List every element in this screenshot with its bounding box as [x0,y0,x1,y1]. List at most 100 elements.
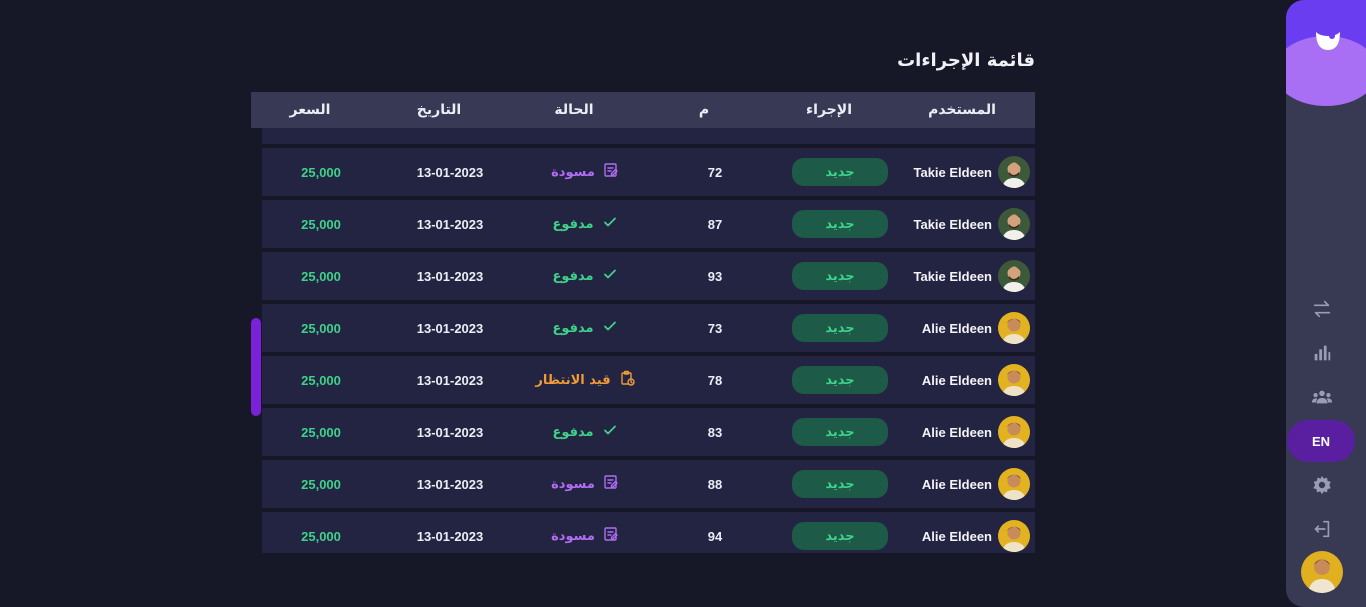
status-text: مدفوع [552,424,594,440]
user-avatar [998,520,1030,552]
action-cell: جديد [780,148,900,196]
user-cell: Alie Eldeen [900,460,1035,508]
row-date: 13-01-2023 [416,268,484,284]
user-cell: Takie Eldeen [900,148,1035,196]
gear-icon[interactable] [1311,474,1333,496]
status-label: قيد الانتظار [535,370,635,390]
price-cell: 25,000 [262,460,380,508]
user-cell: Alie Eldeen [900,304,1035,352]
row-number: 88 [707,476,723,492]
scrollbar-thumb[interactable] [251,318,261,416]
status-cell: مدفوع [520,408,650,456]
status-cell: مدفوع [520,304,650,352]
user-name: Alie Eldeen [921,476,992,492]
user-cell: Takie Eldeen [900,252,1035,300]
table-row[interactable]: Alie Eldeen جديد 83 مدفوع 13-01-2023 25,… [262,408,1035,456]
profile-avatar[interactable] [1301,551,1343,593]
header-price[interactable]: السعر [251,92,369,128]
user-avatar [998,364,1030,396]
language-toggle-button[interactable]: EN [1287,420,1355,462]
logout-icon[interactable] [1311,518,1333,540]
row-price: 25,000 [301,268,341,284]
table-row[interactable]: Takie Eldeen جديد 87 مدفوع 13-01-2023 25… [262,200,1035,248]
status-label: مدفوع [552,422,617,442]
user-avatar [998,156,1030,188]
action-badge[interactable]: جديد [792,210,888,238]
date-cell: 13-01-2023 [380,460,520,508]
header-action[interactable]: الإجراء [769,92,889,128]
status-label: مسودة [551,526,619,546]
header-status[interactable]: الحالة [509,92,639,128]
action-badge[interactable]: جديد [792,418,888,446]
row-date: 13-01-2023 [416,216,484,232]
date-cell: 13-01-2023 [380,512,520,553]
table-row[interactable]: Alie Eldeen جديد 94 مسودة 13-01-2023 25,… [262,512,1035,553]
number-cell: 73 [650,304,780,352]
user-cell: Alie Eldeen [900,408,1035,456]
number-cell: 87 [650,200,780,248]
users-icon[interactable] [1311,386,1333,408]
table-row[interactable]: Takie Eldeen جديد 72 مسودة 13-01-2023 25… [262,148,1035,196]
user-cell: Alie Eldeen [900,512,1035,553]
row-number: 83 [707,424,723,440]
action-badge[interactable]: جديد [792,470,888,498]
number-cell: 88 [650,460,780,508]
table-row[interactable]: Takie Eldeen جديد 93 مدفوع 13-01-2023 25… [262,252,1035,300]
user-name: Alie Eldeen [921,528,992,544]
number-cell: 83 [650,408,780,456]
user-avatar [998,416,1030,448]
action-badge[interactable]: جديد [792,314,888,342]
date-cell: 13-01-2023 [380,200,520,248]
status-label: مسودة [551,474,619,494]
row-price: 25,000 [301,216,341,232]
logo-icon [1316,32,1340,50]
date-cell: 13-01-2023 [380,148,520,196]
price-cell: 25,000 [262,200,380,248]
date-cell: 13-01-2023 [380,408,520,456]
action-badge[interactable]: جديد [792,522,888,550]
action-badge[interactable]: جديد [792,158,888,186]
price-cell: 25,000 [262,408,380,456]
number-cell: 72 [650,148,780,196]
table-row[interactable]: Alie Eldeen جديد 78 قيد الانتظار 13-01-2… [262,356,1035,404]
status-cell: مسودة [520,148,650,196]
row-date: 13-01-2023 [416,164,484,180]
status-label: مسودة [551,162,619,182]
action-cell: جديد [780,356,900,404]
table-row[interactable]: Alie Eldeen جديد 73 مدفوع 13-01-2023 25,… [262,304,1035,352]
row-date: 13-01-2023 [416,424,484,440]
table-header: المستخدم الإجراء م الحالة التاريخ السعر [251,92,1035,128]
header-user[interactable]: المستخدم [889,92,1035,128]
page-title: قائمة الإجراءات [897,50,1035,71]
action-badge[interactable]: جديد [792,262,888,290]
header-date[interactable]: التاريخ [369,92,509,128]
brand-logo[interactable] [1286,0,1366,106]
action-cell: جديد [780,460,900,508]
transfer-icon[interactable] [1311,298,1333,320]
action-badge[interactable]: جديد [792,366,888,394]
status-text: مسودة [551,476,595,492]
row-number: 73 [707,320,723,336]
status-cell: قيد الانتظار [520,356,650,404]
user-avatar [998,312,1030,344]
row-number: 94 [707,528,723,544]
row-date: 13-01-2023 [416,528,484,544]
price-cell: 25,000 [262,356,380,404]
row-number: 87 [707,216,723,232]
status-text: مسودة [551,528,595,544]
user-avatar [998,468,1030,500]
chart-icon[interactable] [1311,342,1333,364]
row-price: 25,000 [301,528,341,544]
date-cell: 13-01-2023 [380,304,520,352]
header-num[interactable]: م [639,92,769,128]
table-row-partial [262,128,1035,144]
status-label: مدفوع [552,214,617,234]
action-cell: جديد [780,512,900,553]
status-text: قيد الانتظار [535,372,611,388]
price-cell: 25,000 [262,304,380,352]
date-cell: 13-01-2023 [380,252,520,300]
table-row[interactable]: Alie Eldeen جديد 88 مسودة 13-01-2023 25,… [262,460,1035,508]
status-text: مدفوع [552,268,594,284]
price-cell: 25,000 [262,512,380,553]
user-cell: Takie Eldeen [900,200,1035,248]
